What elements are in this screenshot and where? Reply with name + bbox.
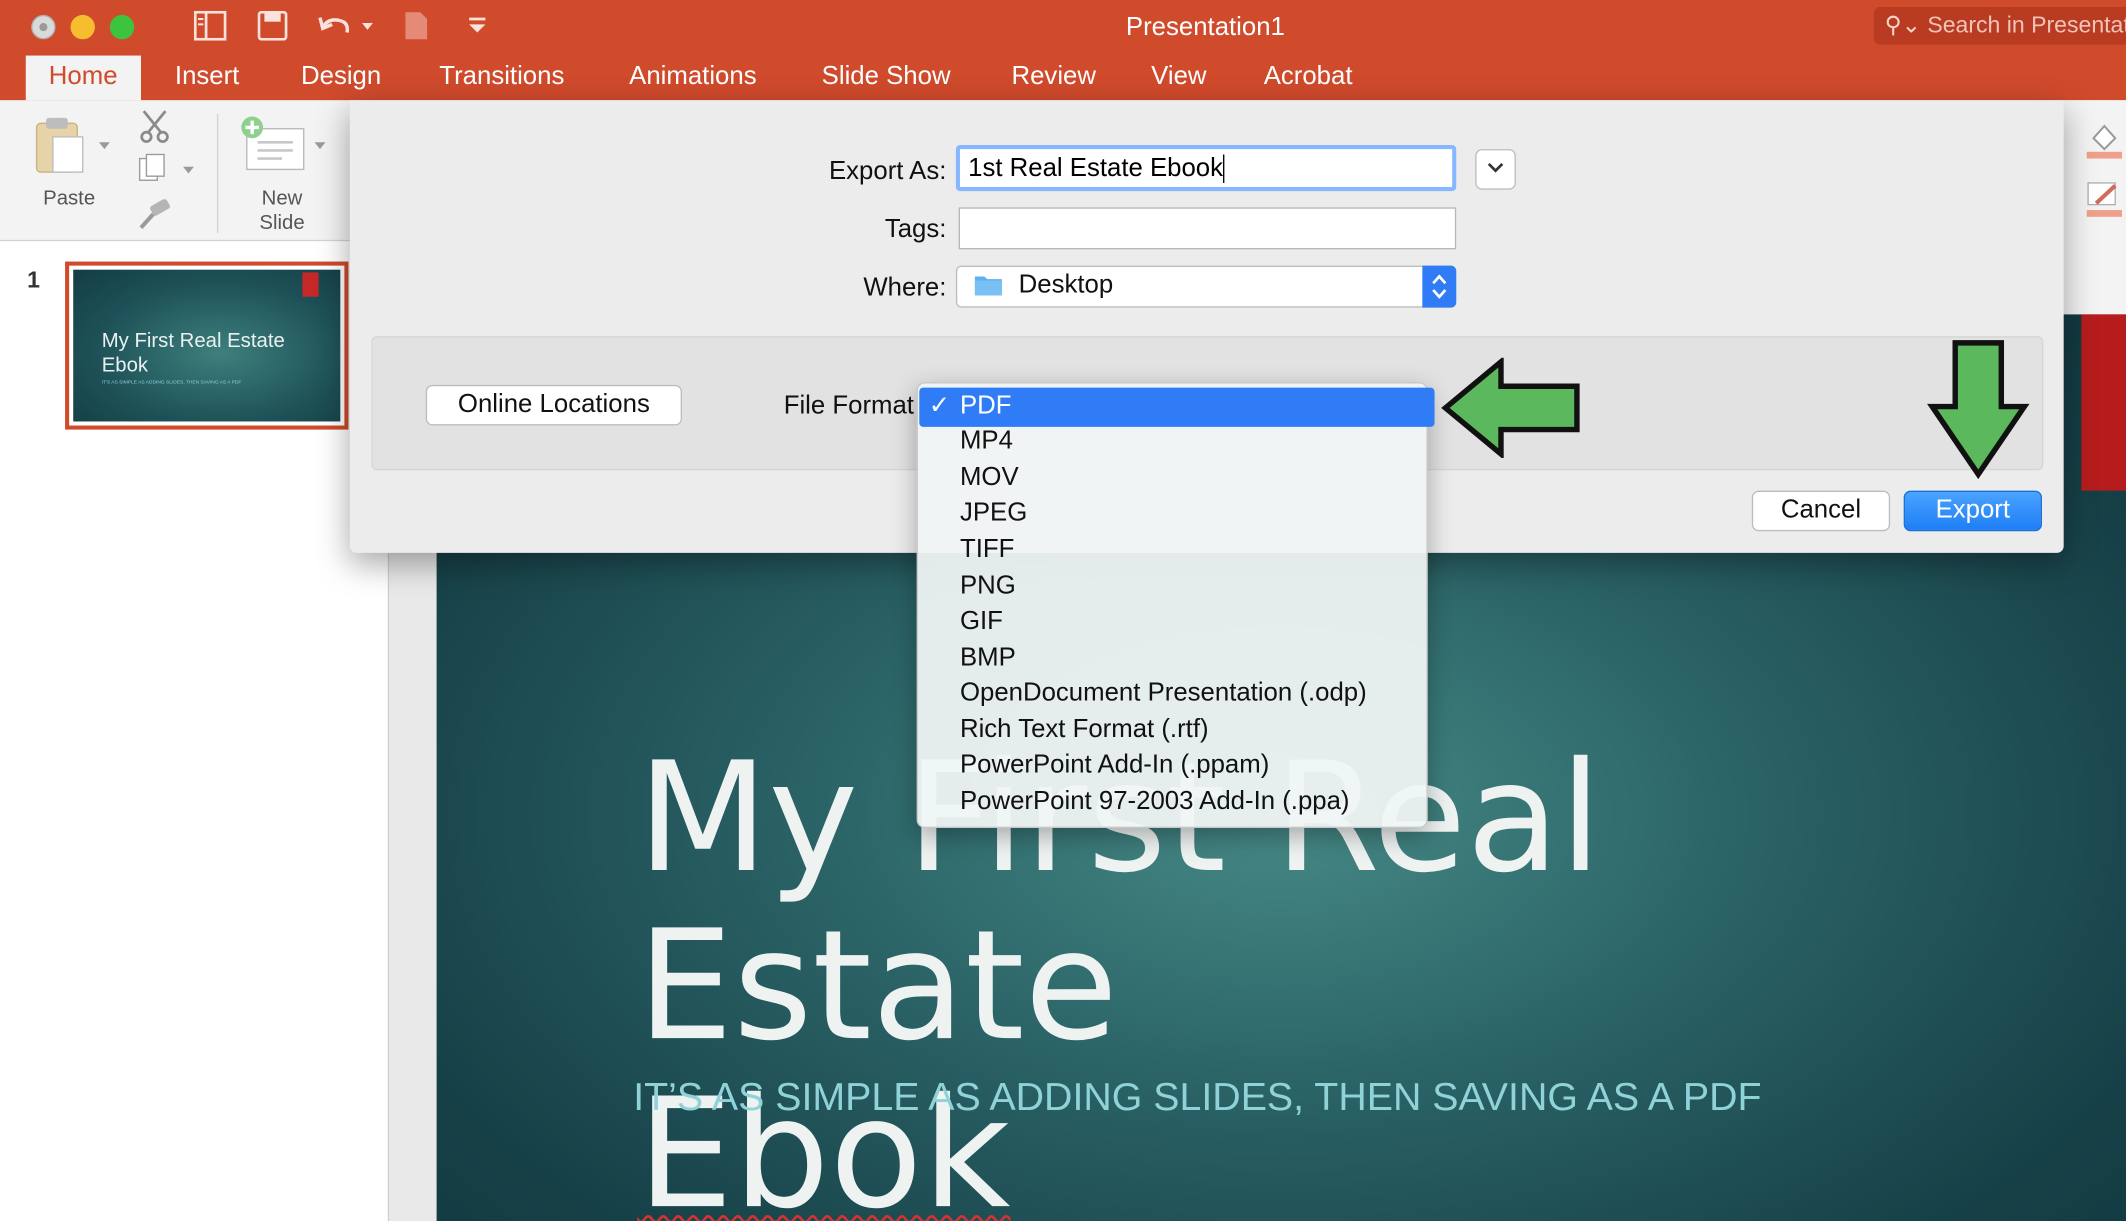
- menu-item-bmp[interactable]: BMP: [960, 641, 1016, 676]
- cut-icon[interactable]: [138, 108, 171, 150]
- tab-insert[interactable]: Insert: [175, 60, 239, 95]
- where-label: Where:: [863, 273, 947, 303]
- export-as-field[interactable]: 1st Real Estate Ebook: [955, 145, 1457, 192]
- tab-animations[interactable]: Animations: [629, 60, 756, 95]
- menu-item-jpeg[interactable]: JPEG: [960, 496, 1027, 531]
- new-slide-label-line2: Slide: [259, 211, 305, 235]
- paste-icon[interactable]: [34, 115, 115, 184]
- menu-item-ppa[interactable]: PowerPoint 97-2003 Add-In (.ppa): [960, 785, 1350, 820]
- thumbnail-red-accent: [302, 272, 319, 297]
- tags-label: Tags:: [884, 215, 947, 244]
- new-slide-icon[interactable]: [239, 115, 328, 179]
- chevron-down-icon: [1487, 163, 1504, 173]
- export-button[interactable]: Export: [1903, 490, 2042, 532]
- menu-item-tiff[interactable]: TIFF: [960, 533, 1014, 568]
- thumbnail-title: My First Real Estate Ebok: [101, 329, 285, 377]
- slide-thumbnail-background: My First Real Estate Ebok IT'S AS SIMPLE…: [73, 269, 341, 422]
- where-select[interactable]: Desktop: [955, 265, 1457, 308]
- search-field[interactable]: ⚲⌄ Search in Presentation: [1873, 6, 2126, 45]
- menu-item-odp[interactable]: OpenDocument Presentation (.odp): [960, 676, 1367, 711]
- slide-subtitle[interactable]: IT’S AS SIMPLE AS ADDING SLIDES, THEN SA…: [633, 1076, 1761, 1121]
- search-icon: ⚲⌄: [1884, 12, 1921, 38]
- slide-number: 1: [27, 266, 40, 293]
- export-as-label: Export As:: [828, 157, 947, 186]
- text-cursor: [1223, 155, 1225, 184]
- new-slide-label-line1: New: [261, 187, 303, 211]
- menu-item-rtf[interactable]: Rich Text Format (.rtf): [960, 713, 1209, 748]
- slide-red-accent: [2081, 314, 2126, 491]
- menu-item-png[interactable]: PNG: [960, 569, 1016, 604]
- menu-item-mp4[interactable]: MP4: [960, 424, 1013, 459]
- where-value: Desktop: [1018, 271, 1114, 300]
- format-painter-icon[interactable]: [137, 198, 172, 238]
- folder-icon: [974, 276, 1003, 296]
- ribbon-divider: [216, 113, 219, 234]
- tab-home[interactable]: Home: [25, 55, 141, 101]
- search-placeholder: Search in Presentation: [1927, 12, 2126, 38]
- tags-field[interactable]: [958, 207, 1457, 250]
- chevron-updown-icon: [1432, 274, 1447, 299]
- file-format-menu[interactable]: ✓ PDF MP4 MOV JPEG TIFF PNG GIF BMP Open…: [916, 382, 1435, 829]
- cancel-button[interactable]: Cancel: [1751, 490, 1891, 532]
- menu-item-pdf[interactable]: PDF: [960, 389, 1012, 424]
- where-select-stepper: [1422, 265, 1457, 308]
- menu-item-mov[interactable]: MOV: [960, 461, 1019, 496]
- expand-dialog-button[interactable]: [1475, 149, 1516, 190]
- tab-transitions[interactable]: Transitions: [439, 60, 564, 95]
- fill-color-icon[interactable]: [2085, 119, 2123, 166]
- menu-item-gif[interactable]: GIF: [960, 604, 1003, 639]
- tab-view[interactable]: View: [1151, 60, 1206, 95]
- paste-label: Paste: [43, 187, 96, 211]
- tab-review[interactable]: Review: [1012, 60, 1096, 95]
- left-arrow-annotation-icon: [1441, 356, 1582, 465]
- online-locations-button[interactable]: Online Locations: [425, 384, 683, 426]
- tab-acrobat[interactable]: Acrobat: [1264, 60, 1353, 95]
- checkmark-icon: ✓: [928, 391, 951, 421]
- copy-icon[interactable]: [138, 153, 198, 192]
- down-arrow-annotation-icon: [1927, 339, 2030, 487]
- tab-design[interactable]: Design: [301, 60, 381, 95]
- pen-icon[interactable]: [2085, 179, 2123, 226]
- export-as-value: 1st Real Estate Ebook: [968, 154, 1224, 183]
- tab-slide-show[interactable]: Slide Show: [822, 60, 951, 95]
- new-slide-label: New Slide: [244, 187, 320, 236]
- window-title: Presentation1: [1125, 13, 1285, 43]
- slide-thumbnail[interactable]: My First Real Estate Ebok IT'S AS SIMPLE…: [65, 261, 349, 430]
- file-format-label: File Format: [783, 391, 914, 421]
- thumbnail-subtitle: IT'S AS SIMPLE AS ADDING SLIDES, THEN SA…: [101, 379, 242, 385]
- menu-item-ppam[interactable]: PowerPoint Add-In (.ppam): [960, 748, 1269, 783]
